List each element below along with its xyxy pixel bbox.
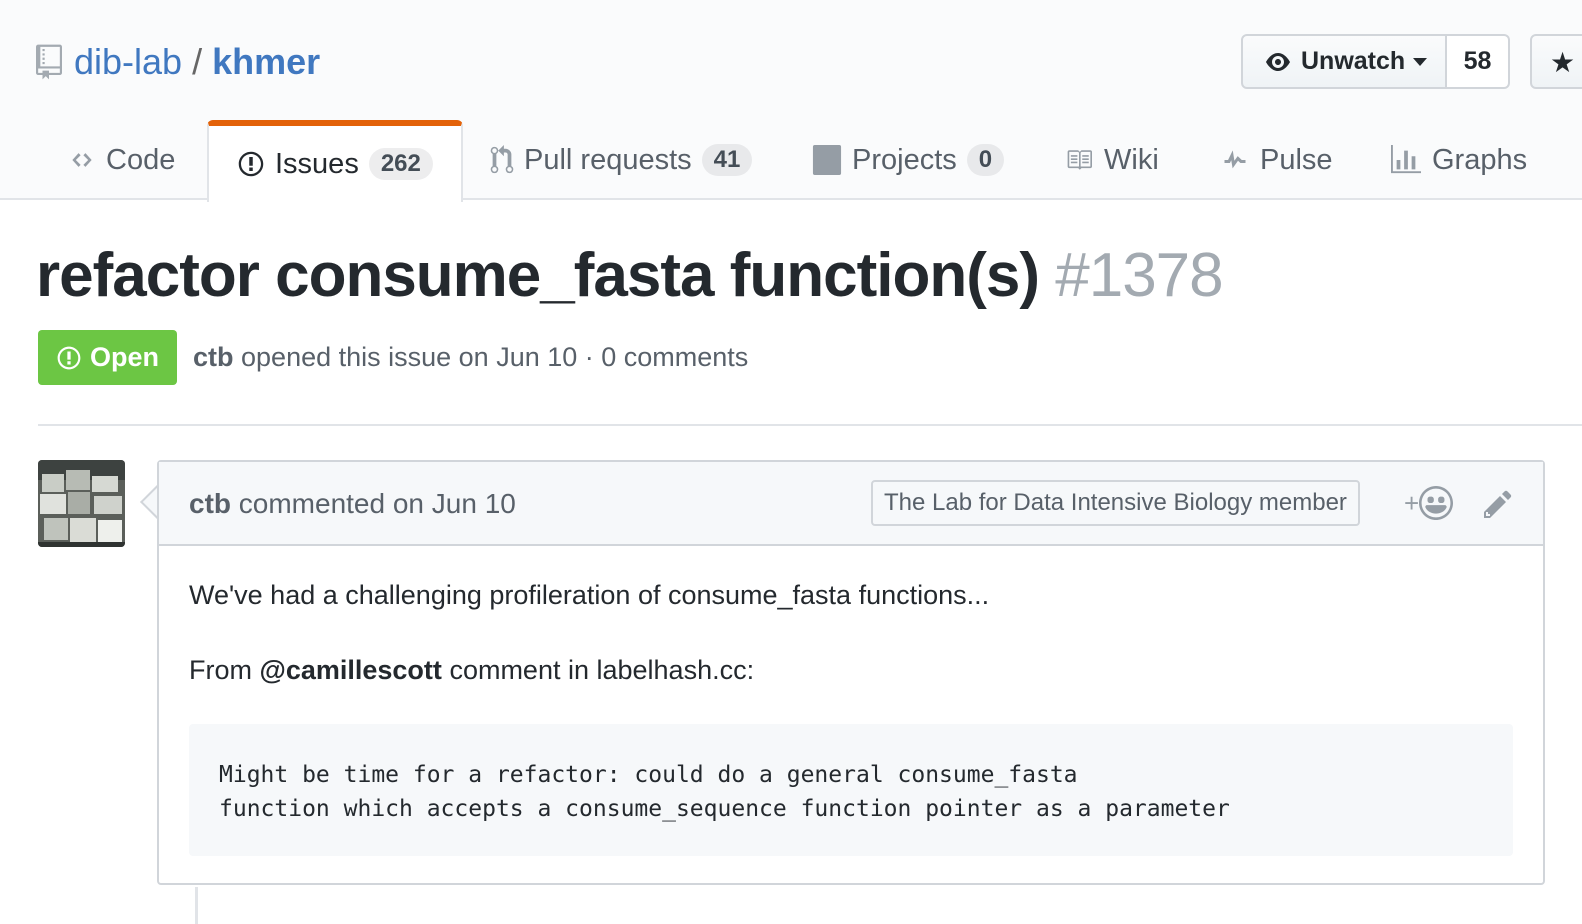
tab-graphs[interactable]: Graphs — [1390, 120, 1527, 200]
tab-pull-requests-label: Pull requests — [524, 143, 692, 176]
smiley-icon — [1419, 486, 1454, 520]
comment-paragraph-2-prefix: From — [189, 655, 252, 685]
issue-state-badge: Open — [38, 330, 177, 385]
comment-paragraph-1: We've had a challenging profileration of… — [189, 580, 990, 610]
watch-button-group: Unwatch 58 — [1241, 34, 1510, 89]
graph-icon — [1390, 145, 1422, 175]
add-reaction-button[interactable]: + — [1404, 486, 1454, 520]
header-divider — [38, 424, 1582, 426]
tab-projects-label: Projects — [852, 143, 957, 176]
reaction-plus: + — [1404, 487, 1420, 518]
comment-author-link[interactable]: ctb — [189, 488, 231, 519]
comment-timestamp[interactable]: commented on Jun 10 — [239, 488, 516, 519]
issue-state-label: Open — [89, 342, 159, 372]
issue-title: refactor consume_fasta function(s) #1378 — [36, 240, 1224, 311]
tab-pull-requests[interactable]: Pull requests 41 — [490, 120, 753, 200]
tab-pulse[interactable]: Pulse — [1220, 120, 1333, 200]
comment-box: ctb commented on Jun 10 The Lab for Data… — [157, 460, 1545, 885]
tab-code[interactable]: Code — [68, 120, 175, 200]
tab-wiki[interactable]: Wiki — [1064, 120, 1159, 200]
caret-down-icon — [1413, 57, 1428, 66]
issue-meta: Open ctb opened this issue on Jun 10 · 0… — [38, 330, 748, 385]
member-badge: The Lab for Data Intensive Biology membe… — [871, 480, 1360, 526]
repo-owner-link[interactable]: dib-lab — [74, 41, 182, 83]
git-pull-request-icon — [490, 145, 514, 175]
tab-issues-label: Issues — [275, 147, 359, 180]
project-icon — [812, 145, 842, 175]
issue-opened-icon — [237, 150, 265, 178]
tab-projects[interactable]: Projects 0 — [812, 120, 1005, 200]
comment-paragraph-2-suffix: comment in labelhash.cc: — [449, 655, 755, 685]
tab-wiki-label: Wiki — [1104, 143, 1159, 176]
pencil-icon — [1484, 490, 1512, 518]
issue-opened-icon — [57, 346, 81, 369]
issue-meta-text: ctb opened this issue on Jun 10 · 0 comm… — [193, 342, 748, 373]
pulse-icon — [1220, 148, 1250, 172]
tab-code-label: Code — [106, 143, 176, 176]
edit-comment-button[interactable] — [1483, 488, 1513, 525]
repo-name-link[interactable]: khmer — [212, 41, 320, 83]
star-button[interactable]: ★ — [1530, 34, 1582, 89]
comment-header: ctb commented on Jun 10 The Lab for Data… — [159, 462, 1543, 546]
watchers-count[interactable]: 58 — [1447, 34, 1510, 89]
repo-nav-tabs: Code Issues 262 Pull requests 41 Project… — [0, 120, 1582, 202]
tab-pulse-label: Pulse — [1260, 143, 1333, 176]
avatar[interactable] — [38, 460, 125, 547]
code-icon — [68, 149, 96, 171]
tab-graphs-label: Graphs — [1432, 143, 1528, 176]
comment-paragraph-2: From @camillescott comment in labelhash.… — [189, 655, 1515, 686]
code-block: Might be time for a refactor: could do a… — [189, 724, 1513, 856]
issue-number: #1378 — [1055, 241, 1223, 310]
comment-header-text: ctb commented on Jun 10 — [189, 488, 516, 520]
issues-counter: 262 — [368, 148, 433, 180]
timeline-line — [195, 887, 198, 924]
user-mention-link[interactable]: @camillescott — [260, 655, 442, 685]
pull-requests-counter: 41 — [701, 144, 753, 176]
issue-title-text: refactor consume_fasta function(s) — [36, 241, 1040, 310]
tab-issues[interactable]: Issues 262 — [207, 120, 463, 202]
star-icon: ★ — [1550, 47, 1576, 78]
unwatch-button[interactable]: Unwatch — [1241, 34, 1447, 89]
book-icon — [1064, 147, 1094, 173]
repo-title: dib-lab / khmer — [36, 38, 320, 86]
projects-counter: 0 — [966, 144, 1005, 176]
comment-body: We've had a challenging profileration of… — [189, 580, 1515, 856]
issue-meta-details: opened this issue on Jun 10 · 0 comments — [241, 342, 749, 372]
repo-path-separator: / — [192, 41, 203, 82]
repo-icon — [36, 44, 62, 80]
repo-header: dib-lab / khmer Unwatch 58 ★ Code Issues… — [0, 0, 1582, 202]
eye-icon — [1266, 52, 1290, 71]
issue-author-link[interactable]: ctb — [193, 342, 234, 372]
unwatch-label: Unwatch — [1301, 47, 1406, 75]
